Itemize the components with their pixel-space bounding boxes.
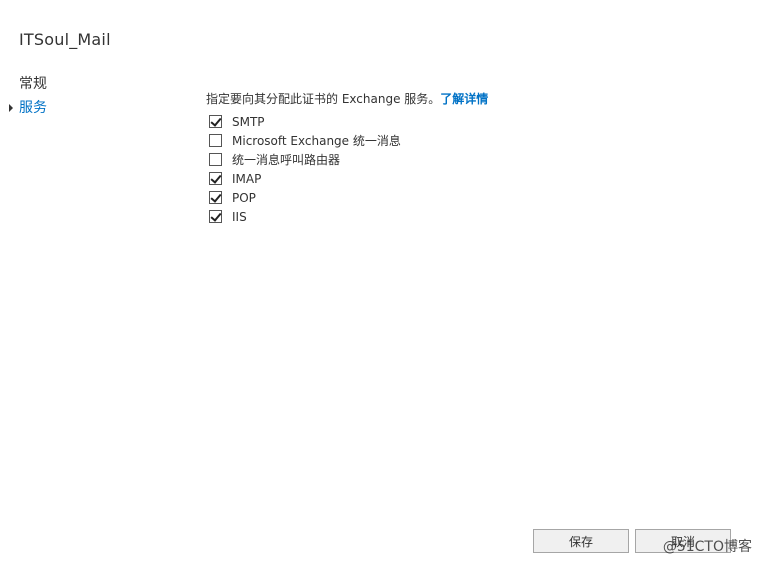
sidebar-item-services[interactable]: 服务 [0, 96, 180, 120]
save-button[interactable]: 保存 [533, 529, 629, 553]
service-list: SMTP Microsoft Exchange 统一消息 统一消息呼叫路由器 I… [206, 112, 726, 226]
service-label: IMAP [232, 171, 262, 186]
learn-more-link[interactable]: 了解详情 [440, 92, 488, 106]
service-item-um-call-router[interactable]: 统一消息呼叫路由器 [206, 150, 726, 169]
service-label: 统一消息呼叫路由器 [232, 153, 341, 167]
service-label: Microsoft Exchange 统一消息 [232, 134, 401, 148]
service-checkbox[interactable] [209, 210, 222, 223]
service-checkbox[interactable] [209, 153, 222, 166]
service-item-imap[interactable]: IMAP [206, 169, 726, 188]
service-checkbox[interactable] [209, 172, 222, 185]
description-text: 指定要向其分配此证书的 Exchange 服务。 [206, 92, 441, 106]
caret-right-icon [9, 104, 13, 112]
sidebar-item-label: 服务 [19, 100, 47, 116]
service-checkbox[interactable] [209, 191, 222, 204]
service-checkbox[interactable] [209, 115, 222, 128]
service-item-smtp[interactable]: SMTP [206, 112, 726, 131]
service-label: IIS [232, 209, 247, 224]
services-panel: 指定要向其分配此证书的 Exchange 服务。了解详情 SMTP Micros… [206, 90, 726, 226]
sidebar-nav: 常规 服务 [0, 72, 180, 120]
service-item-unified-messaging[interactable]: Microsoft Exchange 统一消息 [206, 131, 726, 150]
service-label: POP [232, 190, 256, 205]
certificate-services-dialog: ITSoul_Mail 常规 服务 指定要向其分配此证书的 Exchange 服… [0, 0, 762, 566]
service-label: SMTP [232, 114, 265, 129]
watermark: @51CTO博客 [662, 539, 752, 555]
sidebar-item-label: 常规 [19, 76, 47, 92]
service-checkbox[interactable] [209, 134, 222, 147]
sidebar-item-general[interactable]: 常规 [0, 72, 180, 96]
service-item-pop[interactable]: POP [206, 188, 726, 207]
window-title: ITSoul_Mail [19, 30, 111, 49]
services-description: 指定要向其分配此证书的 Exchange 服务。了解详情 [206, 90, 726, 108]
service-item-iis[interactable]: IIS [206, 207, 726, 226]
